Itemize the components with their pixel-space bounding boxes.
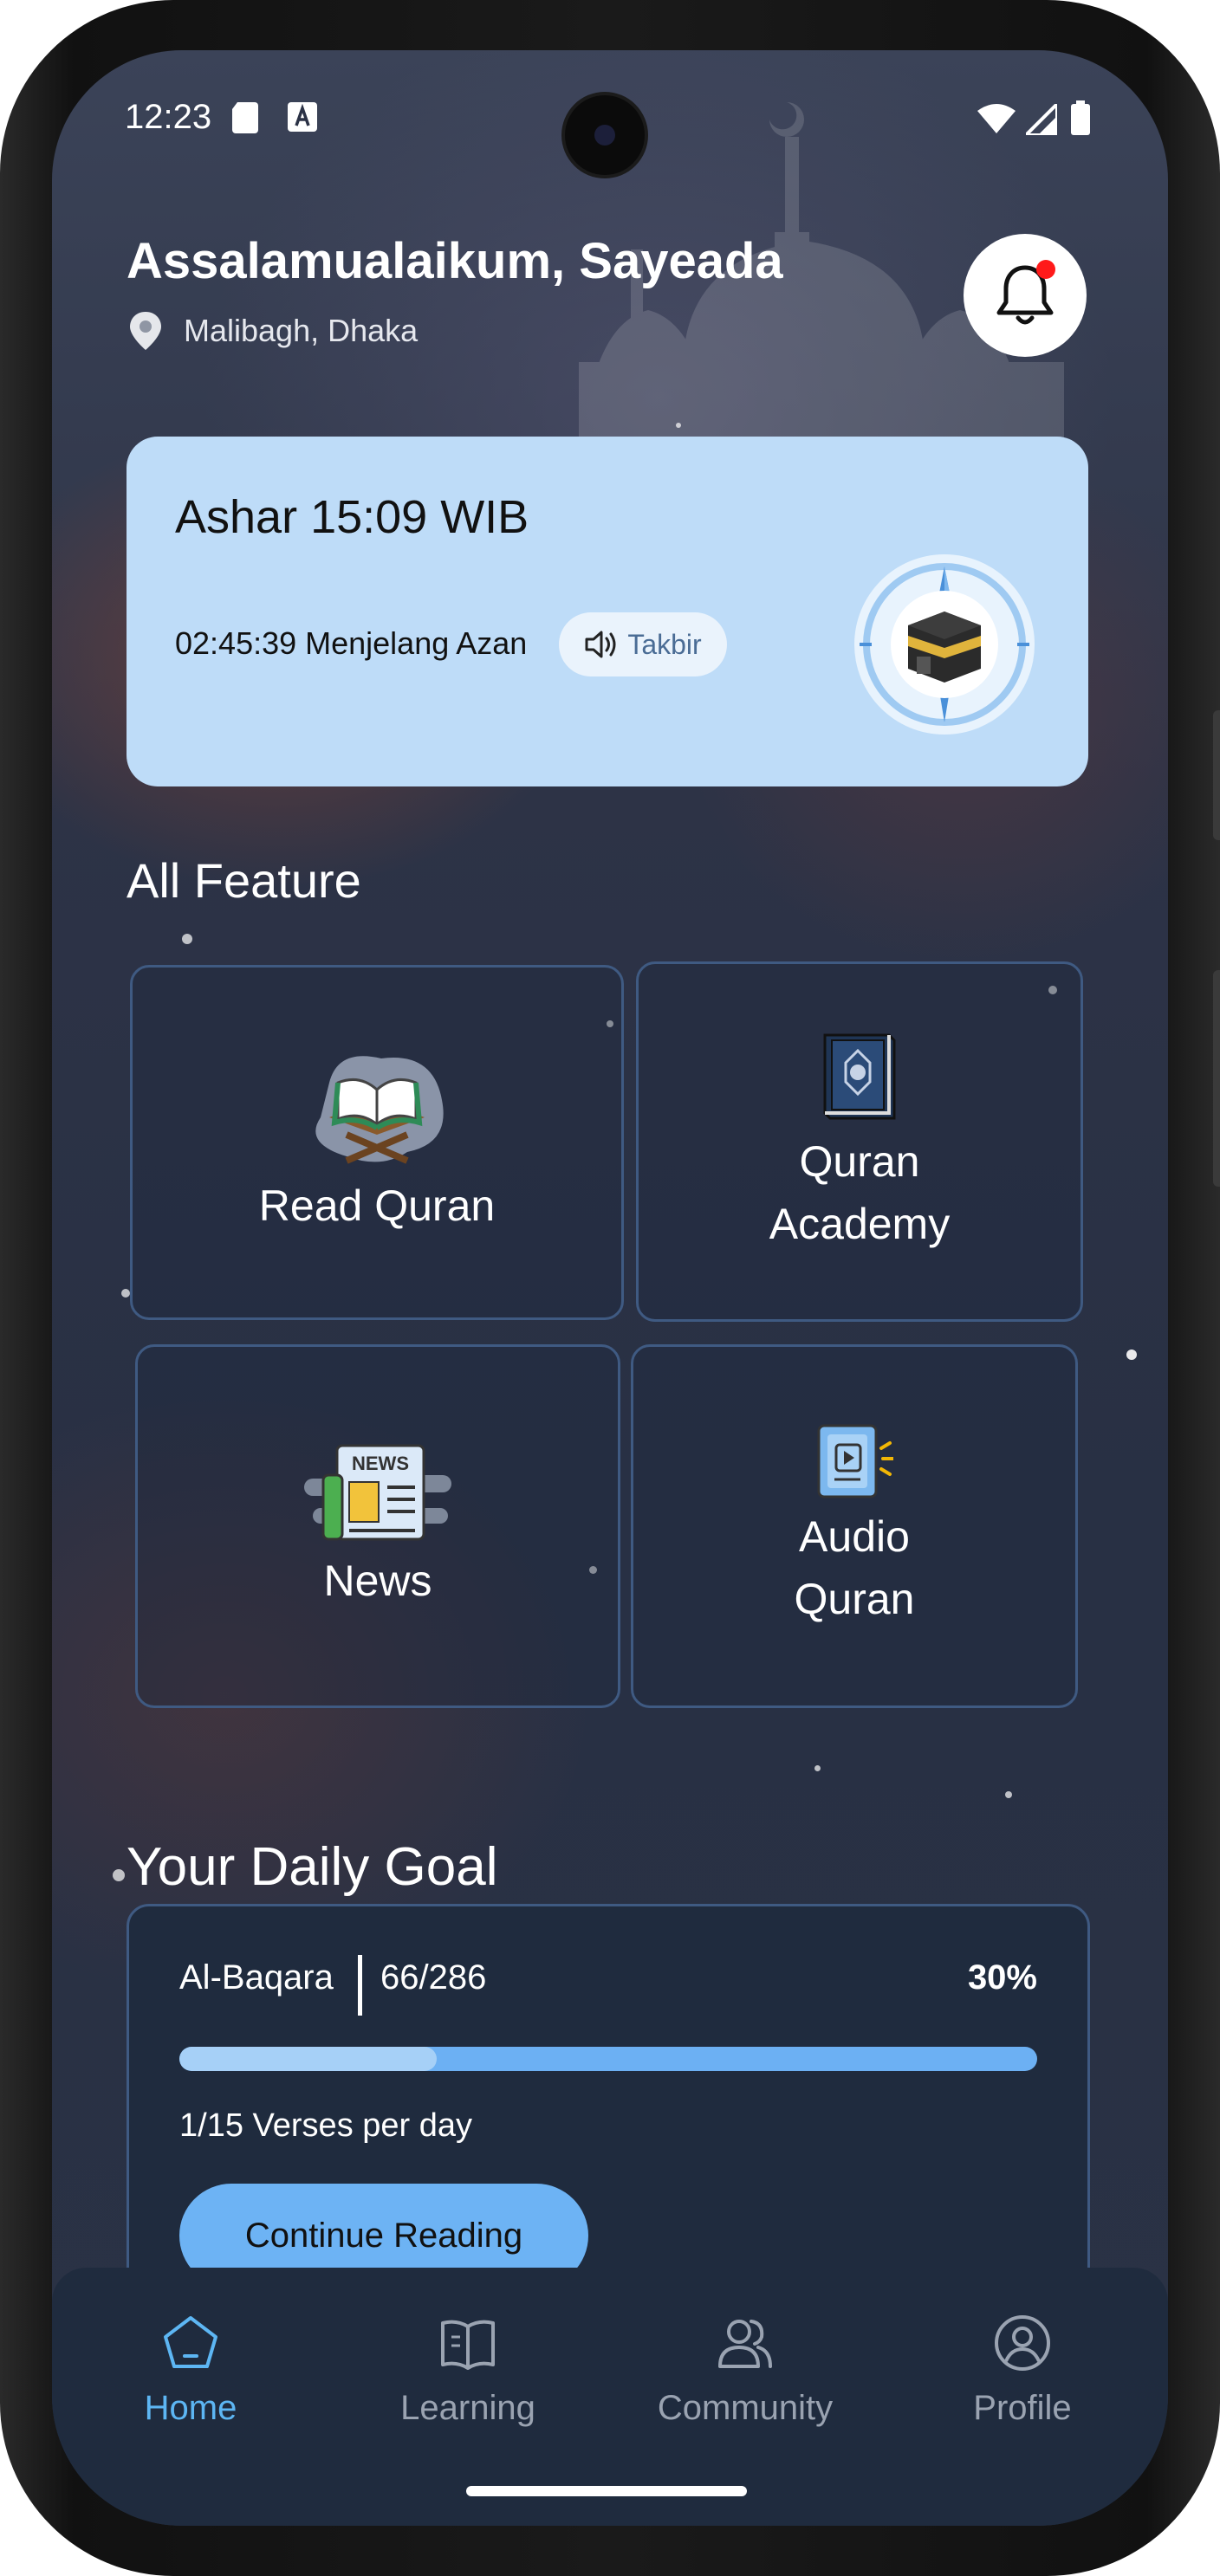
location-label: Malibagh, Dhaka [184,313,419,348]
nav-learning[interactable]: Learning [355,2313,581,2428]
volume-button [1213,970,1220,1187]
feature-quran-academy[interactable]: Quran Academy [636,961,1083,1322]
feature-audio-quran[interactable]: Audio Quran [631,1344,1078,1708]
quran-stand-icon [315,1056,444,1164]
azan-countdown: 02:45:39 Menjelang Azan [175,625,528,661]
goal-surah: Al-Baqara [179,1958,334,1997]
feature-label-line1: Quran [799,1137,920,1186]
nav-community[interactable]: Community [633,2313,858,2428]
svg-text:NEWS: NEWS [352,1453,409,1474]
feature-read-quran[interactable]: Read Quran [130,965,624,1320]
notification-button[interactable] [964,234,1087,357]
greeting-title: Assalamualaikum, Sayeada [127,233,783,289]
home-indicator[interactable] [466,2486,747,2496]
all-feature-title: All Feature [127,853,361,908]
star [121,1289,130,1298]
location-pin-icon [130,312,161,350]
feature-news[interactable]: NEWS News [135,1344,620,1708]
users-icon [718,2320,772,2368]
goal-progress-count: 66/286 [380,1958,487,1997]
feature-label-line2: Quran [794,1575,915,1623]
notification-badge [1036,260,1055,279]
nav-label: Learning [400,2389,535,2427]
audio-book-icon [817,1424,893,1498]
phone-frame: 12:23 Assalamualaikum, Sayeada Malibagh,… [0,0,1220,2576]
book-open-icon [441,2320,495,2370]
battery-icon [1071,100,1090,135]
user-circle-icon [995,2315,1050,2371]
text-notification-icon [288,102,317,132]
signal-icon [1026,104,1057,135]
app-screen: 12:23 Assalamualaikum, Sayeada Malibagh,… [52,50,1168,2526]
front-camera [565,95,645,175]
nav-label: Profile [973,2389,1072,2427]
star [1126,1349,1137,1360]
wifi-icon [977,104,1016,133]
feature-label-line1: Audio [799,1512,910,1561]
star [113,1869,125,1881]
status-time: 12:23 [125,98,212,136]
takbir-label: Takbir [627,628,702,660]
prayer-title: Ashar 15:09 WIB [175,491,529,543]
sd-card-icon [232,102,258,133]
star [1005,1791,1012,1798]
status-bar: 12:23 [52,50,1168,180]
nav-label: Home [144,2389,237,2427]
speaker-icon [585,631,616,658]
goal-progress-bar [179,2047,1037,2071]
feature-label: News [323,1557,432,1605]
quran-book-icon [823,1033,896,1120]
newspaper-icon: NEWS [304,1444,451,1541]
feature-label: Read Quran [258,1181,496,1230]
daily-goal-title: Your Daily Goal [127,1837,498,1897]
goal-progress-fill [179,2047,437,2071]
nav-label: Community [657,2389,834,2427]
nav-home[interactable]: Home [78,2313,303,2428]
verses-per-day: 1/15 Verses per day [179,2107,472,2144]
prayer-time-card[interactable]: Ashar 15:09 WIB 02:45:39 Menjelang Azan … [127,437,1088,786]
home-icon [164,2316,217,2368]
takbir-button[interactable]: Takbir [559,612,727,676]
qibla-compass-icon[interactable] [851,551,1038,738]
goal-divider [358,1955,362,2016]
star [182,934,192,944]
feature-label-line2: Academy [769,1200,951,1248]
location-row[interactable]: Malibagh, Dhaka [127,310,418,352]
side-button [1213,710,1220,840]
nav-profile[interactable]: Profile [910,2313,1135,2428]
goal-percent: 30% [967,1958,1037,1997]
star [814,1765,821,1771]
